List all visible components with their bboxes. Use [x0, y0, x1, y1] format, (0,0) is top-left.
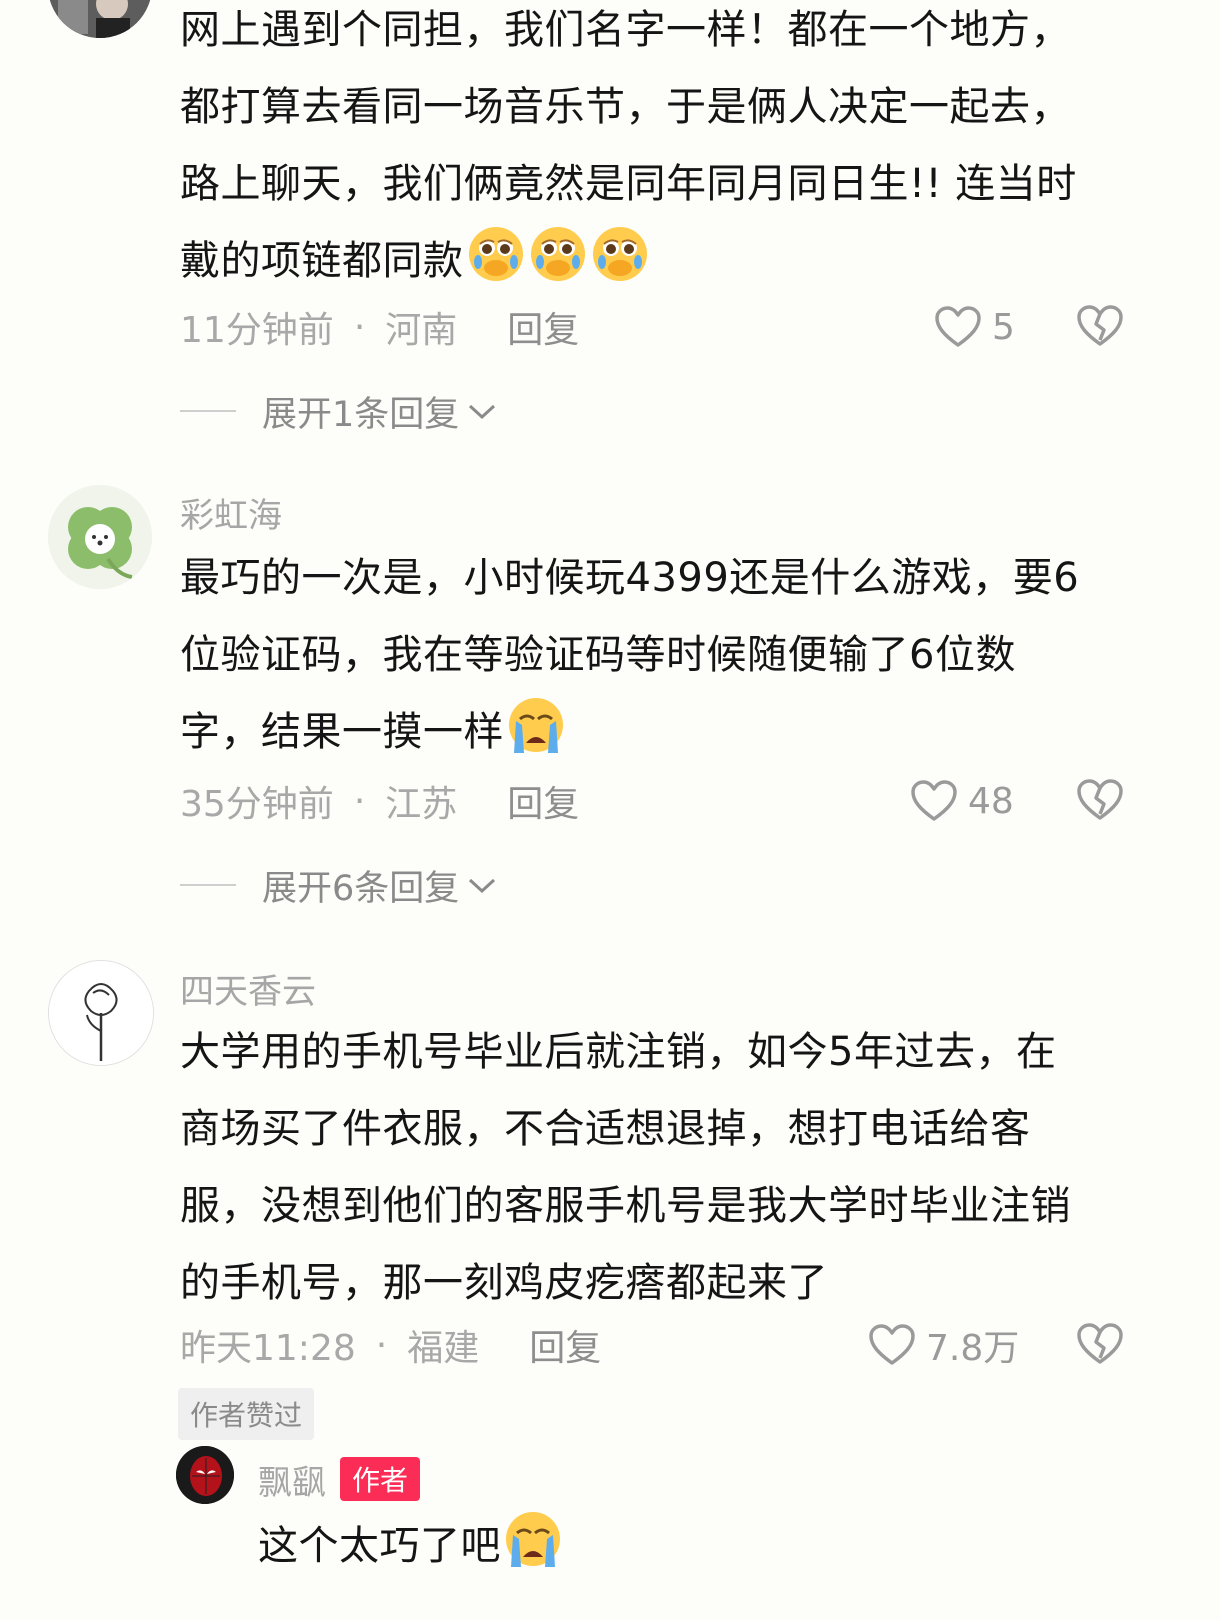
reply-button[interactable]: 回复	[507, 775, 579, 827]
dislike-button[interactable]	[1076, 1320, 1124, 1370]
heart-icon	[869, 1324, 915, 1365]
broken-heart-icon	[1077, 305, 1123, 346]
comment-line: 字，结果一摸一样	[180, 709, 504, 755]
like-button[interactable]: 7.8万	[868, 1320, 1019, 1370]
separator-dot: ·	[353, 306, 366, 348]
reply-header: 飘飖 作者	[258, 1455, 421, 1504]
comment-line: 服，没想到他们的客服手机号是我大学时毕业注销	[180, 1183, 1071, 1229]
crying-pleading-emoji	[530, 227, 585, 281]
comment-line: 商场买了件衣服，不合适想退掉，想打电话给客	[180, 1106, 1031, 1152]
comment-text: 大学用的手机号毕业后就注销，如今5年过去，在 商场买了件衣服，不合适想退掉，想打…	[180, 1014, 1160, 1322]
reply-text: 这个太巧了吧	[258, 1508, 958, 1585]
loudly-crying-emoji	[506, 1512, 560, 1567]
like-button[interactable]: 48	[910, 776, 1014, 826]
comment-line: 的手机号，那一刻鸡皮疙瘩都起来了	[180, 1260, 828, 1306]
avatar[interactable]	[48, 960, 154, 1066]
chevron-down-icon	[469, 878, 496, 894]
expand-replies-label: 展开6条回复	[262, 868, 460, 909]
avatar[interactable]	[48, 0, 152, 38]
comment-line: 路上聊天，我们俩竟然是同年同月同日生!! 连当时	[180, 161, 1077, 207]
comment-meta: 35分钟前 · 江苏 回复	[180, 776, 579, 826]
chevron-down-icon	[469, 404, 496, 420]
username[interactable]: 飘飖	[258, 1463, 326, 1503]
reply-button[interactable]: 回复	[507, 301, 579, 353]
comment-meta: 昨天11:28 · 福建 回复	[180, 1320, 601, 1370]
avatar[interactable]	[176, 1446, 234, 1504]
crying-pleading-emoji	[468, 227, 523, 281]
separator-dot: ·	[353, 780, 366, 822]
comment-location: 河南	[385, 310, 458, 351]
like-count: 48	[968, 780, 1014, 822]
comment-time: 35分钟前	[180, 784, 334, 825]
comment-line: 都打算去看同一场音乐节，于是俩人决定一起去，	[180, 84, 1071, 130]
comment-line: 位验证码，我在等验证码等时候随便输了6位数	[180, 632, 1016, 678]
avatar[interactable]	[48, 485, 152, 589]
author-liked-badge: 作者赞过	[178, 1388, 315, 1440]
reply-button[interactable]: 回复	[529, 1319, 601, 1371]
comment-line: 大学用的手机号毕业后就注销，如今5年过去，在	[180, 1029, 1057, 1075]
comment-line: 戴的项链都同款	[180, 238, 464, 284]
comment-time: 11分钟前	[180, 310, 334, 351]
broken-heart-icon	[1077, 779, 1123, 820]
heart-icon	[911, 780, 957, 821]
divider-dash	[180, 410, 236, 412]
expand-replies-button[interactable]: 展开1条回复	[180, 386, 497, 436]
dislike-button[interactable]	[1076, 302, 1124, 352]
comment-line: 网上遇到个同担，我们名字一样！都在一个地方，	[180, 7, 1071, 53]
expand-replies-label: 展开1条回复	[262, 394, 460, 435]
separator-dot: ·	[375, 1324, 388, 1366]
broken-heart-icon	[1077, 1323, 1123, 1364]
username[interactable]: 彩虹海	[180, 488, 282, 537]
like-button[interactable]: 5	[934, 302, 1015, 352]
comment-location: 江苏	[385, 784, 458, 825]
heart-icon	[935, 306, 981, 347]
like-count: 7.8万	[926, 1328, 1020, 1369]
author-tag: 作者	[340, 1457, 421, 1501]
comment-text: 网上遇到个同担，我们名字一样！都在一个地方， 都打算去看同一场音乐节，于是俩人决…	[180, 0, 1160, 300]
loudly-crying-emoji	[509, 698, 563, 753]
dislike-button[interactable]	[1076, 776, 1124, 826]
like-count: 5	[992, 306, 1015, 348]
reply-line: 这个太巧了吧	[258, 1523, 501, 1569]
expand-replies-button[interactable]: 展开6条回复	[180, 860, 497, 910]
comment-line: 最巧的一次是，小时候玩4399还是什么游戏，要6	[180, 555, 1080, 601]
crying-pleading-emoji	[592, 227, 647, 281]
username[interactable]: 四天香云	[180, 964, 316, 1013]
comment-text: 最巧的一次是，小时候玩4399还是什么游戏，要6 位验证码，我在等验证码等时候随…	[180, 540, 1160, 771]
divider-dash	[180, 884, 236, 886]
comment-time: 昨天11:28	[180, 1328, 356, 1369]
comment-location: 福建	[407, 1328, 480, 1369]
comment-meta: 11分钟前 · 河南 回复	[180, 302, 579, 352]
